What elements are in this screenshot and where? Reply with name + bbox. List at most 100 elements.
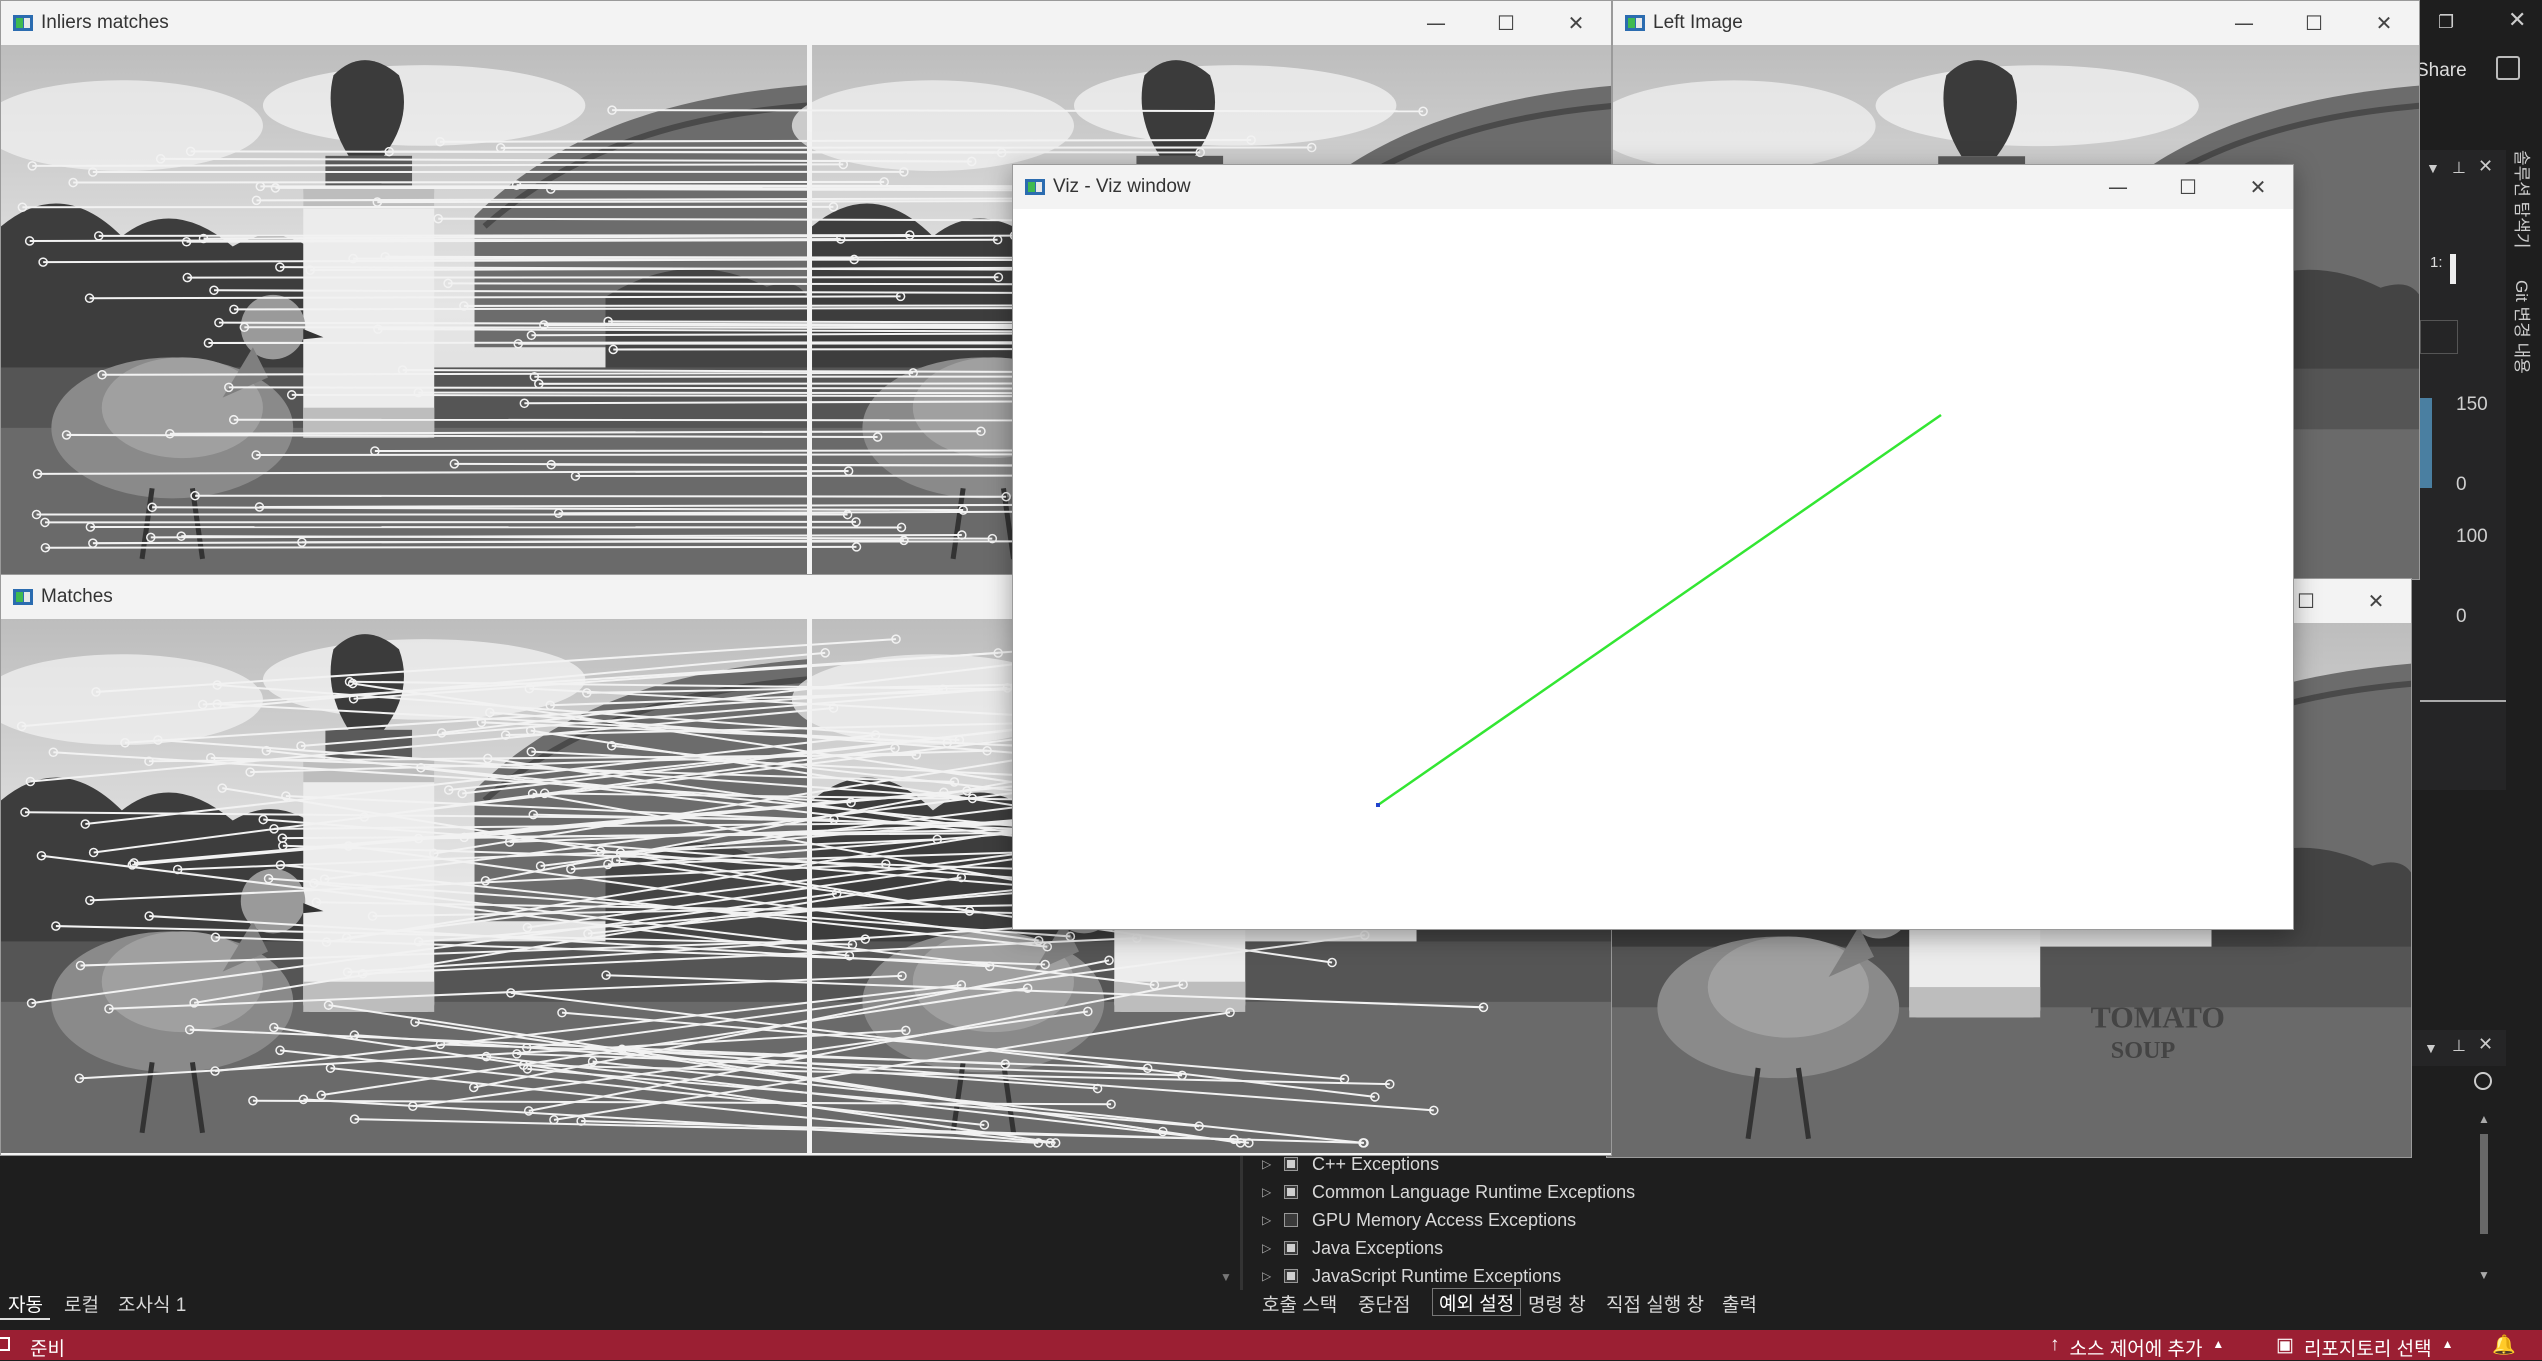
caret-up-icon: ▲ <box>2212 1334 2224 1361</box>
pin-icon[interactable]: ⊥ <box>2452 158 2466 178</box>
chevron-down-icon[interactable]: ▼ <box>2424 1040 2438 1056</box>
exception-checkbox[interactable] <box>1284 1157 1298 1171</box>
close-button[interactable]: ✕ <box>2349 1 2419 45</box>
up-arrow-icon: ↑ <box>2050 1334 2060 1361</box>
match-line <box>302 541 1113 542</box>
match-line <box>389 152 1200 153</box>
status-bar: 준비 ↑ 소스 제어에 추가 ▲ ▣ 리포지토리 선택 ▲ 🔔 <box>0 1330 2542 1360</box>
tab-command-window[interactable]: 명령 창 <box>1528 1290 1586 1316</box>
value-bar <box>2420 398 2432 488</box>
exception-label: Java Exceptions <box>1312 1238 1443 1259</box>
exception-scrollbar[interactable]: ▲ ▼ <box>2476 1112 2492 1284</box>
titlebar[interactable]: Viz - Viz window — ☐ ✕ <box>1013 165 2293 209</box>
window-title: Inliers matches <box>41 12 169 34</box>
viz-canvas[interactable] <box>1013 209 2293 929</box>
lower-panel-header: ▼ ⊥ ✕ <box>2410 1030 2506 1066</box>
exception-checkbox[interactable] <box>1284 1269 1298 1283</box>
value-label: 0 <box>2456 474 2467 496</box>
exception-label: JavaScript Runtime Exceptions <box>1312 1266 1561 1287</box>
panel-divider <box>2420 700 2506 702</box>
tab-exception-settings[interactable]: 예외 설정 <box>1432 1288 1521 1316</box>
match-line <box>292 395 1103 396</box>
status-ready: 준비 <box>30 1334 65 1361</box>
minimize-button[interactable]: — <box>1401 1 1471 45</box>
match-line <box>73 182 884 183</box>
vertical-tab-git-changes[interactable]: Git 변경 내용 <box>2510 280 2538 390</box>
match-line <box>45 547 856 548</box>
close-button[interactable]: ✕ <box>1541 1 1611 45</box>
match-line <box>195 496 1006 497</box>
window-title: Viz - Viz window <box>1053 176 1191 198</box>
exception-row[interactable]: ▷ Common Language Runtime Exceptions <box>1262 1179 1635 1205</box>
vertical-tab-solution-explorer[interactable]: 솔루션 탐색기 <box>2510 150 2538 270</box>
match-line <box>234 308 1045 309</box>
feedback-icon[interactable] <box>2496 56 2520 80</box>
vertical-tab-label: 솔루션 탐색기 <box>2511 150 2536 249</box>
restore-icon[interactable]: ❐ <box>2438 12 2460 34</box>
tab-auto[interactable]: 자동 <box>8 1290 43 1316</box>
trajectory-line <box>1378 415 1941 805</box>
camera-origin-point <box>1376 803 1380 807</box>
repo-button[interactable]: ▣ 리포지토리 선택 ▲ <box>2276 1334 2453 1361</box>
pin-icon[interactable]: ⊥ <box>2452 1036 2466 1056</box>
exception-row[interactable]: ▷ Java Exceptions <box>1262 1235 1443 1261</box>
minimize-button[interactable]: — <box>2209 1 2279 45</box>
window-title: Matches <box>41 586 113 608</box>
match-line <box>612 110 1423 111</box>
scroll-up-icon[interactable]: ▲ <box>2478 1112 2490 1126</box>
expand-icon[interactable]: ▷ <box>1262 1157 1274 1171</box>
scroll-down-icon[interactable]: ▼ <box>2478 1268 2490 1282</box>
maximize-button[interactable]: ☐ <box>2153 165 2223 209</box>
tab-output[interactable]: 출력 <box>1722 1290 1757 1316</box>
maximize-button[interactable]: ☐ <box>1471 1 1541 45</box>
match-line <box>99 235 910 236</box>
tab-watch-1[interactable]: 조사식 1 <box>118 1290 186 1316</box>
search-icon[interactable] <box>2474 1072 2492 1090</box>
exception-checkbox[interactable] <box>1284 1185 1298 1199</box>
vertical-tab-label: Git 변경 내용 <box>2511 280 2536 374</box>
panel-field[interactable] <box>2420 320 2458 354</box>
close-button[interactable]: ✕ <box>2341 579 2411 623</box>
exception-checkbox[interactable] <box>1284 1241 1298 1255</box>
exception-row[interactable]: ▷GPU Memory Access Exceptions <box>1262 1207 1576 1233</box>
left-scrollbar[interactable]: ▼ <box>1218 1150 1234 1286</box>
window-title: Left Image <box>1653 12 1743 34</box>
tab-immediate-window[interactable]: 직접 실행 창 <box>1606 1290 1704 1316</box>
repo-label: 리포지토리 선택 <box>2304 1334 2432 1361</box>
panel-close-icon[interactable]: ✕ <box>2478 1034 2493 1055</box>
match-line <box>45 522 856 523</box>
maximize-button[interactable]: ☐ <box>2279 1 2349 45</box>
scroll-thumb[interactable] <box>2480 1134 2488 1234</box>
expand-icon[interactable]: ▷ <box>1262 1241 1274 1255</box>
app-icon <box>1025 179 1045 195</box>
titlebar[interactable]: Inliers matches — ☐ ✕ <box>1 1 1611 45</box>
match-line <box>229 387 1040 388</box>
expand-icon[interactable]: ▷ <box>1262 1269 1274 1283</box>
ratio-label: 1: <box>2430 254 2443 271</box>
tab-breakpoints[interactable]: 중단점 <box>1358 1290 1410 1316</box>
exception-label: C++ Exceptions <box>1312 1154 1439 1175</box>
scroll-down-icon[interactable]: ▼ <box>1220 1270 1232 1284</box>
minimize-button[interactable]: — <box>2083 165 2153 209</box>
panel-close-icon[interactable]: ✕ <box>2478 156 2493 177</box>
notification-bell-icon[interactable]: 🔔 <box>2492 1333 2516 1357</box>
close-button[interactable]: ✕ <box>2223 165 2293 209</box>
source-control-button[interactable]: ↑ 소스 제어에 추가 ▲ <box>2050 1334 2224 1361</box>
panel-splitter[interactable] <box>1240 1150 1243 1290</box>
app-icon <box>1625 15 1645 31</box>
exception-label: Common Language Runtime Exceptions <box>1312 1182 1635 1203</box>
ratio-bar <box>2450 254 2456 284</box>
close-icon[interactable]: ✕ <box>2508 8 2530 30</box>
viz-window[interactable]: Viz - Viz window — ☐ ✕ <box>1012 164 2294 930</box>
match-line <box>244 327 1055 328</box>
tab-call-stack[interactable]: 호출 스택 <box>1262 1290 1337 1316</box>
share-button[interactable]: Share <box>2416 60 2467 82</box>
chevron-down-icon[interactable]: ▼ <box>2426 160 2440 176</box>
titlebar[interactable]: Left Image — ☐ ✕ <box>1613 1 2419 45</box>
tab-locals[interactable]: 로컬 <box>64 1290 99 1316</box>
app-icon <box>13 589 33 605</box>
expand-icon[interactable]: ▷ <box>1262 1213 1274 1227</box>
expand-icon[interactable]: ▷ <box>1262 1185 1274 1199</box>
exception-checkbox[interactable] <box>1284 1213 1298 1227</box>
app-icon <box>13 15 33 31</box>
